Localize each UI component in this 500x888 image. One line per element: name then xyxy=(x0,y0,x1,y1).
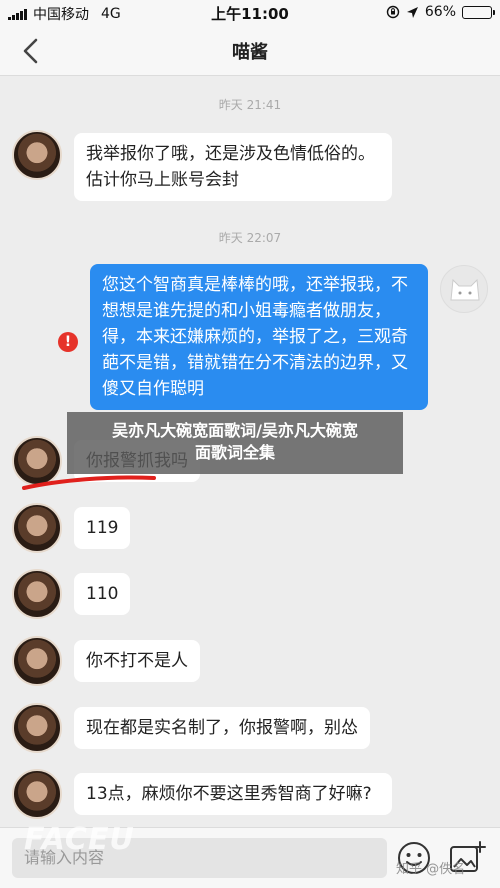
cat-avatar-icon xyxy=(450,278,480,301)
received-message: 现在都是实名制了，你报警啊，别怂 xyxy=(74,707,370,749)
overlay-line-2: 面歌词全集 xyxy=(194,443,275,462)
send-failed-icon[interactable]: ! xyxy=(58,332,78,352)
overlay-banner: 吴亦凡大碗宽面歌词/吴亦凡大碗宽 面歌词全集 xyxy=(67,412,403,474)
contact-avatar[interactable] xyxy=(12,569,62,619)
status-right: 66% xyxy=(386,4,495,20)
contact-avatar[interactable] xyxy=(12,503,62,553)
received-message: 119 xyxy=(74,507,131,549)
contact-avatar[interactable] xyxy=(12,769,62,819)
status-bar: 中国移动 4G 上午11:00 66% xyxy=(0,0,500,26)
overlay-line-1: 吴亦凡大碗宽面歌词/吴亦凡大碗宽 xyxy=(112,421,358,440)
faceu-watermark: FACEU xyxy=(24,822,135,857)
sent-message: 您这个智商真是棒棒的哦，还举报我，不想想是谁先提的和小姐毒瘾者做朋友，得，本来还… xyxy=(90,264,428,410)
contact-avatar[interactable] xyxy=(12,636,62,686)
battery-icon xyxy=(462,5,495,19)
contact-avatar[interactable] xyxy=(12,703,62,753)
nav-bar: 喵酱 xyxy=(0,26,500,76)
my-avatar[interactable] xyxy=(440,265,488,313)
timestamp: 昨天 22:07 xyxy=(218,231,282,245)
zhihu-watermark: 知乎 @佚名 xyxy=(396,862,466,877)
battery-percent: 66% xyxy=(424,4,456,20)
rotation-lock-icon xyxy=(386,5,400,19)
received-message: 我举报你了哦，还是涉及色情低俗的。估计你马上账号会封 xyxy=(74,133,392,201)
received-message: 110 xyxy=(74,573,131,615)
received-message: 13点，麻烦你不要这里秀智商了好嘛? xyxy=(74,773,392,815)
page-title: 喵酱 xyxy=(232,42,268,63)
received-message: 你不打不是人 xyxy=(74,640,200,682)
timestamp: 昨天 21:41 xyxy=(218,98,282,112)
location-icon xyxy=(406,6,418,18)
contact-avatar[interactable] xyxy=(12,130,62,180)
